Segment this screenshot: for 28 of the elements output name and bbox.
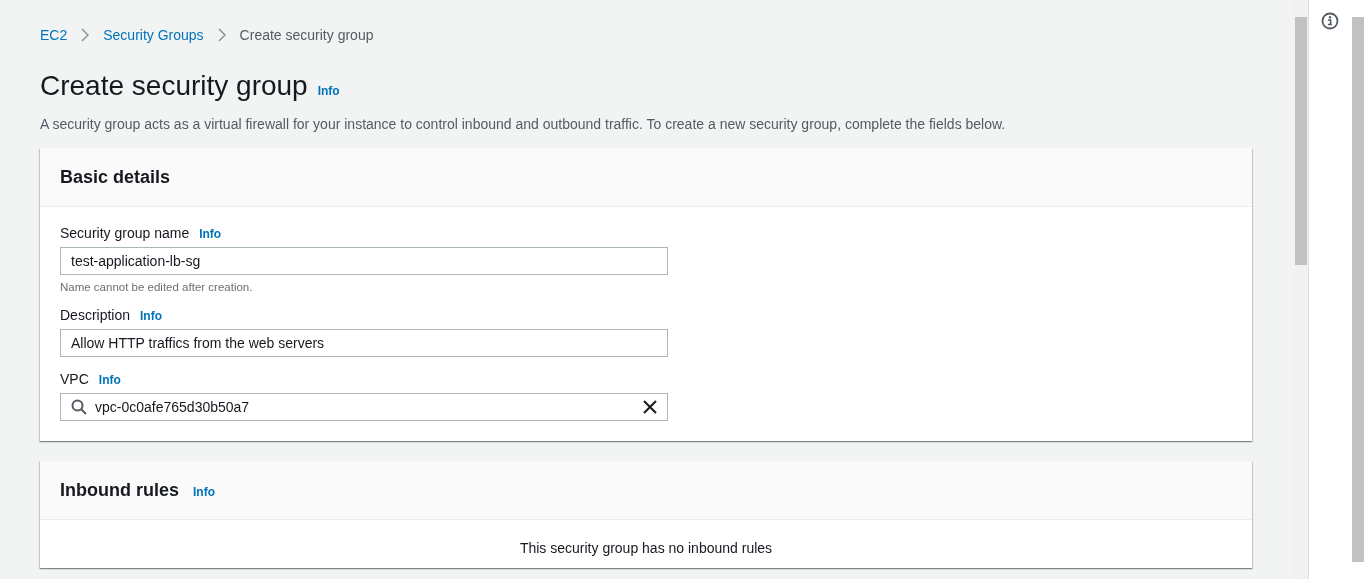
info-link[interactable]: Info	[199, 227, 222, 241]
search-icon	[71, 399, 87, 415]
breadcrumb-link[interactable]: EC2	[40, 27, 68, 43]
chevron-icon	[81, 28, 90, 42]
info-link[interactable]: Info	[98, 373, 121, 387]
chevron-icon	[217, 28, 226, 42]
scrollbar[interactable]	[1294, 0, 1309, 579]
field-label: Description	[60, 307, 131, 323]
field-label: VPC	[60, 371, 89, 387]
search-field[interactable]: vpc-0c0afe765d30b50a7	[60, 393, 668, 421]
empty-message: This security group has no inbound rules	[518, 539, 774, 558]
breadcrumb-link[interactable]: Security Groups	[103, 27, 204, 43]
info-link[interactable]: Info	[140, 309, 163, 323]
field-hint: Name cannot be edited after creation.	[60, 281, 254, 293]
search-input[interactable]: vpc-0c0afe765d30b50a7	[95, 399, 635, 415]
scrollbar[interactable]	[1350, 0, 1366, 579]
info-link[interactable]: Info	[193, 485, 215, 499]
panel-title: Inbound rules	[60, 479, 179, 501]
input-field[interactable]: test-application-lb-sg	[60, 247, 668, 275]
field-label: Security group name	[60, 225, 190, 241]
clear-icon[interactable]	[643, 400, 657, 414]
breadcrumb-current: Create security group	[239, 27, 374, 43]
input-field[interactable]: Allow HTTP traffics from the web servers	[60, 329, 668, 357]
page-title: Create security group	[40, 70, 308, 102]
info-link[interactable]: Info	[317, 84, 340, 98]
panel-title: Basic details	[60, 166, 171, 188]
info-icon[interactable]	[1320, 12, 1339, 30]
page-description: A security group acts as a virtual firewall for your instance to control inbound and outbound traffic. To create a new security group, complete the fields below.	[40, 116, 1007, 132]
